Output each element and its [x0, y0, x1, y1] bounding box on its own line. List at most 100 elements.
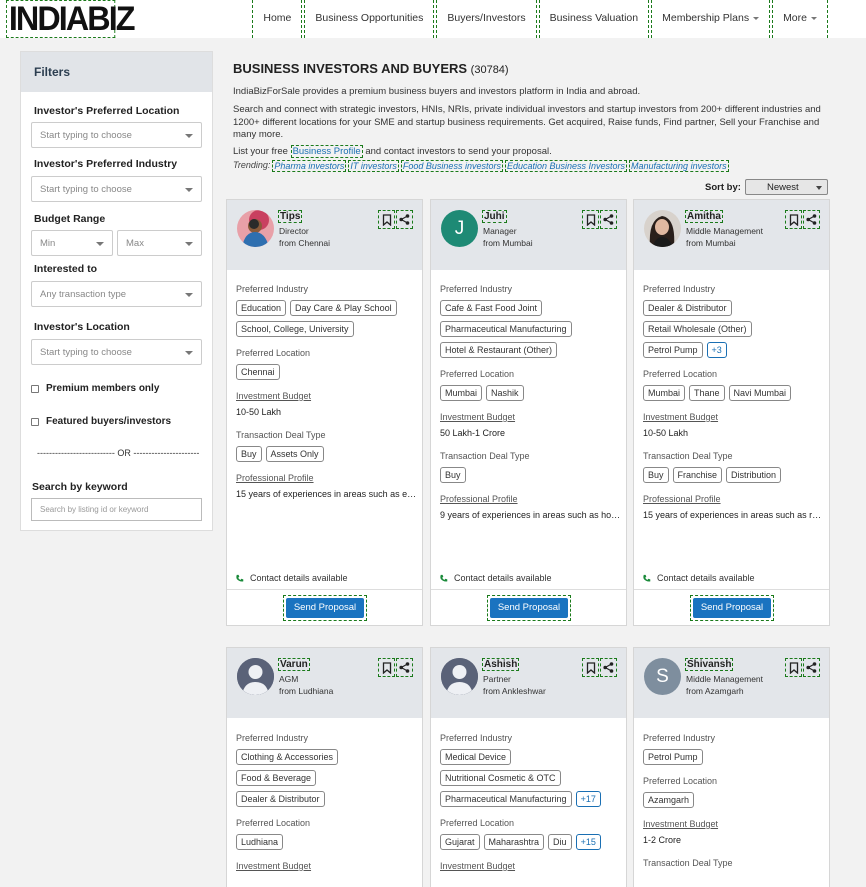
pref-location-heading: Preferred Location [643, 776, 718, 786]
location-tags: Mumbai Thane Navi Mumbai [643, 385, 825, 401]
investor-name[interactable]: Juhi [482, 210, 507, 223]
trending-link-pharma[interactable]: Pharma investors [272, 160, 347, 172]
trending-link-manufacturing[interactable]: Manufacturing investors [629, 160, 729, 172]
industry-tag: Dealer & Distributor [643, 300, 732, 316]
checkbox-label: Featured buyers/investors [46, 416, 172, 427]
nav-business-valuation[interactable]: Business Valuation [538, 0, 650, 38]
main-nav: Home Business Opportunities Buyers/Inves… [250, 0, 828, 38]
avatar[interactable] [644, 210, 681, 247]
bookmark-icon[interactable] [582, 210, 599, 229]
investor-location-select[interactable]: Start typing to choose [31, 339, 202, 365]
industry-tag: Pharmaceutical Manufacturing [440, 321, 572, 337]
investor-role: Director [279, 226, 309, 236]
site-logo[interactable]: INDIABIZ [6, 0, 136, 38]
bookmark-icon[interactable] [785, 658, 802, 677]
business-profile-link[interactable]: Business Profile [290, 145, 363, 158]
investor-name[interactable]: Varun [278, 658, 310, 671]
deal-type-tag: Franchise [672, 467, 723, 483]
industry-tag-row: Petrol Pump +3 [643, 342, 727, 358]
nav-membership-plans[interactable]: Membership Plans [651, 0, 771, 38]
budget-min-select[interactable]: Min [31, 230, 113, 256]
investor-card: J Juhi Manager from Mumbai Preferred Ind… [430, 199, 627, 626]
contact-text: Contact details available [454, 573, 552, 583]
send-proposal-label: Send Proposal [490, 598, 568, 618]
bookmark-icon[interactable] [378, 210, 395, 229]
industry-tag: Cafe & Fast Food Joint [440, 300, 543, 316]
trending-link-food[interactable]: Food Business investors [400, 160, 503, 172]
industry-tag: Petrol Pump [643, 342, 703, 358]
send-proposal-button[interactable]: Send Proposal [283, 595, 367, 621]
budget-heading: Investment Budget [643, 412, 719, 422]
card-body: Preferred Industry Education Day Care & … [236, 284, 418, 509]
send-proposal-button[interactable]: Send Proposal [487, 595, 571, 621]
send-proposal-label: Send Proposal [693, 598, 771, 618]
sort-select[interactable]: Newest [745, 179, 828, 195]
bookmark-icon[interactable] [378, 658, 395, 677]
nav-more[interactable]: More [772, 0, 828, 38]
trending-link-education[interactable]: Education Business Investors [504, 160, 628, 172]
budget-heading: Investment Budget [643, 819, 719, 829]
keyword-input[interactable]: Search by listing id or keyword [31, 498, 202, 521]
more-industries-badge[interactable]: +17 [575, 791, 601, 807]
investor-card: Varun AGM from Ludhiana Preferred Indust… [226, 647, 423, 887]
checkbox-icon[interactable] [31, 384, 39, 393]
pref-industry-select[interactable]: Start typing to choose [31, 176, 202, 202]
budget-max-select[interactable]: Max [117, 230, 202, 256]
trending-link-it[interactable]: IT investors [348, 160, 399, 172]
featured-checkbox[interactable]: Featured buyers/investors [31, 416, 171, 427]
budget-heading: Investment Budget [236, 861, 312, 871]
budget-value: 1-2 Crore [643, 835, 682, 845]
send-proposal-button[interactable]: Send Proposal [690, 595, 774, 621]
avatar[interactable] [237, 658, 274, 695]
deal-type-tags: Buy Assets Only [236, 446, 418, 462]
avatar[interactable] [441, 658, 478, 695]
avatar[interactable] [237, 210, 274, 247]
card-footer: Send Proposal [431, 589, 626, 625]
pref-industry-heading: Preferred Industry [643, 733, 716, 743]
industry-tags: Medical Device Nutritional Cosmetic & OT… [440, 749, 622, 807]
investor-role: Middle Management [686, 226, 764, 236]
bookmark-icon[interactable] [785, 210, 802, 229]
premium-checkbox[interactable]: Premium members only [31, 383, 159, 394]
investor-name[interactable]: Shivansh [685, 658, 734, 671]
pref-location-heading: Preferred Location [440, 818, 515, 828]
interested-label: Interested to [34, 263, 98, 275]
investor-city: from Azamgarh [686, 686, 744, 696]
select-placeholder: Start typing to choose [40, 347, 132, 358]
share-icon[interactable] [600, 210, 617, 229]
location-tag: Mumbai [643, 385, 686, 401]
list-suffix: and contact investors to send your propo… [365, 146, 552, 157]
share-icon[interactable] [396, 210, 413, 229]
dropdown-arrow-icon [185, 134, 193, 138]
pref-location-heading: Preferred Location [643, 369, 718, 379]
location-tags: Mumbai Nashik [440, 385, 622, 401]
investor-name[interactable]: Tips [278, 210, 303, 223]
share-icon[interactable] [600, 658, 617, 677]
interested-select[interactable]: Any transaction type [31, 281, 202, 307]
more-industries-badge[interactable]: +3 [706, 342, 727, 358]
share-icon[interactable] [803, 658, 820, 677]
deal-type-tag: Buy [440, 467, 466, 483]
budget-heading: Investment Budget [236, 391, 312, 401]
keyword-label: Search by keyword [32, 481, 128, 493]
avatar[interactable]: J [441, 210, 478, 247]
card-footer: Send Proposal [634, 589, 829, 625]
user-silhouette-icon [237, 658, 274, 695]
investor-name[interactable]: Amitha [685, 210, 723, 223]
nav-buyers-investors[interactable]: Buyers/Investors [436, 0, 537, 38]
checkbox-icon[interactable] [31, 417, 39, 426]
pref-location-select[interactable]: Start typing to choose [31, 122, 202, 148]
share-icon[interactable] [803, 210, 820, 229]
bookmark-icon[interactable] [582, 658, 599, 677]
investor-card: Ashish Partner from Ankleshwar Preferred… [430, 647, 627, 887]
budget-value: 10-50 Lakh [643, 428, 689, 438]
card-body: Preferred Industry Clothing & Accessorie… [236, 733, 418, 877]
nav-home[interactable]: Home [252, 0, 303, 38]
nav-business-opportunities[interactable]: Business Opportunities [304, 0, 435, 38]
avatar[interactable]: S [644, 658, 681, 695]
investor-city: from Ludhiana [279, 686, 334, 696]
more-locations-badge[interactable]: +15 [575, 834, 601, 850]
share-icon[interactable] [396, 658, 413, 677]
investor-name[interactable]: Ashish [482, 658, 520, 671]
nav-label: More [783, 12, 807, 24]
